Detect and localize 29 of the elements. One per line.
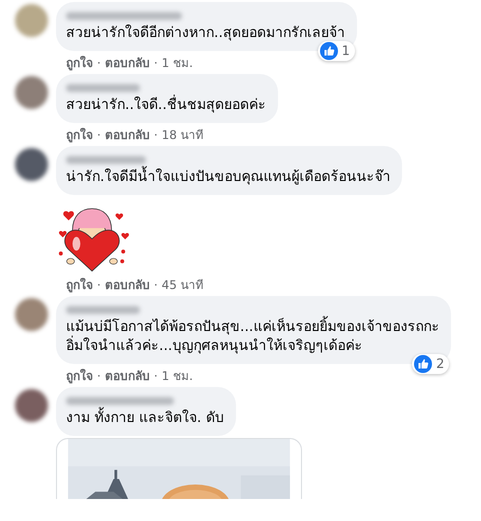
reaction-badge[interactable]: 1 xyxy=(318,41,355,61)
separator-dot: · xyxy=(154,277,158,293)
reaction-count: 1 xyxy=(342,44,350,58)
separator-dot: · xyxy=(97,368,101,384)
comment-text: แม้นบ่มีโอกาสได้พ้อรถปันสุข...แค่เห็นรอยยิ้มของเจ้าของรถกะ อิ่มใจนำแล้วค่ะ...บุญกุศลหนุนนำให้เจริญๆเด้อค่ะ xyxy=(66,318,440,356)
comment-text: สวยน่ารัก..ใจดี..ชื่นชมสุดยอดค่ะ xyxy=(66,96,266,115)
timestamp[interactable]: 18 นาที xyxy=(162,127,204,143)
separator-dot: · xyxy=(97,127,101,143)
reaction-badge[interactable]: 2 xyxy=(412,354,450,374)
separator-dot: · xyxy=(154,127,158,143)
like-link[interactable]: ถูกใจ xyxy=(66,127,93,143)
reply-link[interactable]: ตอบกลับ xyxy=(104,55,150,71)
comment-text: น่ารัก.ใจดีมีน้ำใจแบ่งปันขอบคุณแทนผู้เดือดร้อนนะจ๊า xyxy=(66,168,390,187)
comment-text: สวยน่ารักใจดีอีกต่างหาก..สุดยอดมากรักเลยจ้า xyxy=(66,24,345,43)
reaction-count: 2 xyxy=(436,356,444,372)
timestamp[interactable]: 45 นาที xyxy=(162,277,204,293)
separator-dot: · xyxy=(154,368,158,384)
reply-link[interactable]: ตอบกลับ xyxy=(104,127,150,143)
separator-dot: · xyxy=(97,55,101,71)
like-link[interactable]: ถูกใจ xyxy=(66,55,93,71)
like-link[interactable]: ถูกใจ xyxy=(66,368,93,384)
comment-text: งาม ทั้งกาย และจิตใจ. ดับ xyxy=(66,409,224,428)
like-link[interactable]: ถูกใจ xyxy=(66,277,93,293)
reply-link[interactable]: ตอบกลับ xyxy=(104,368,150,384)
separator-dot: · xyxy=(154,55,158,71)
separator-dot: · xyxy=(97,277,101,293)
timestamp[interactable]: 1 ชม. xyxy=(162,368,193,384)
reply-link[interactable]: ตอบกลับ xyxy=(104,277,150,293)
timestamp[interactable]: 1 ชม. xyxy=(162,55,193,71)
